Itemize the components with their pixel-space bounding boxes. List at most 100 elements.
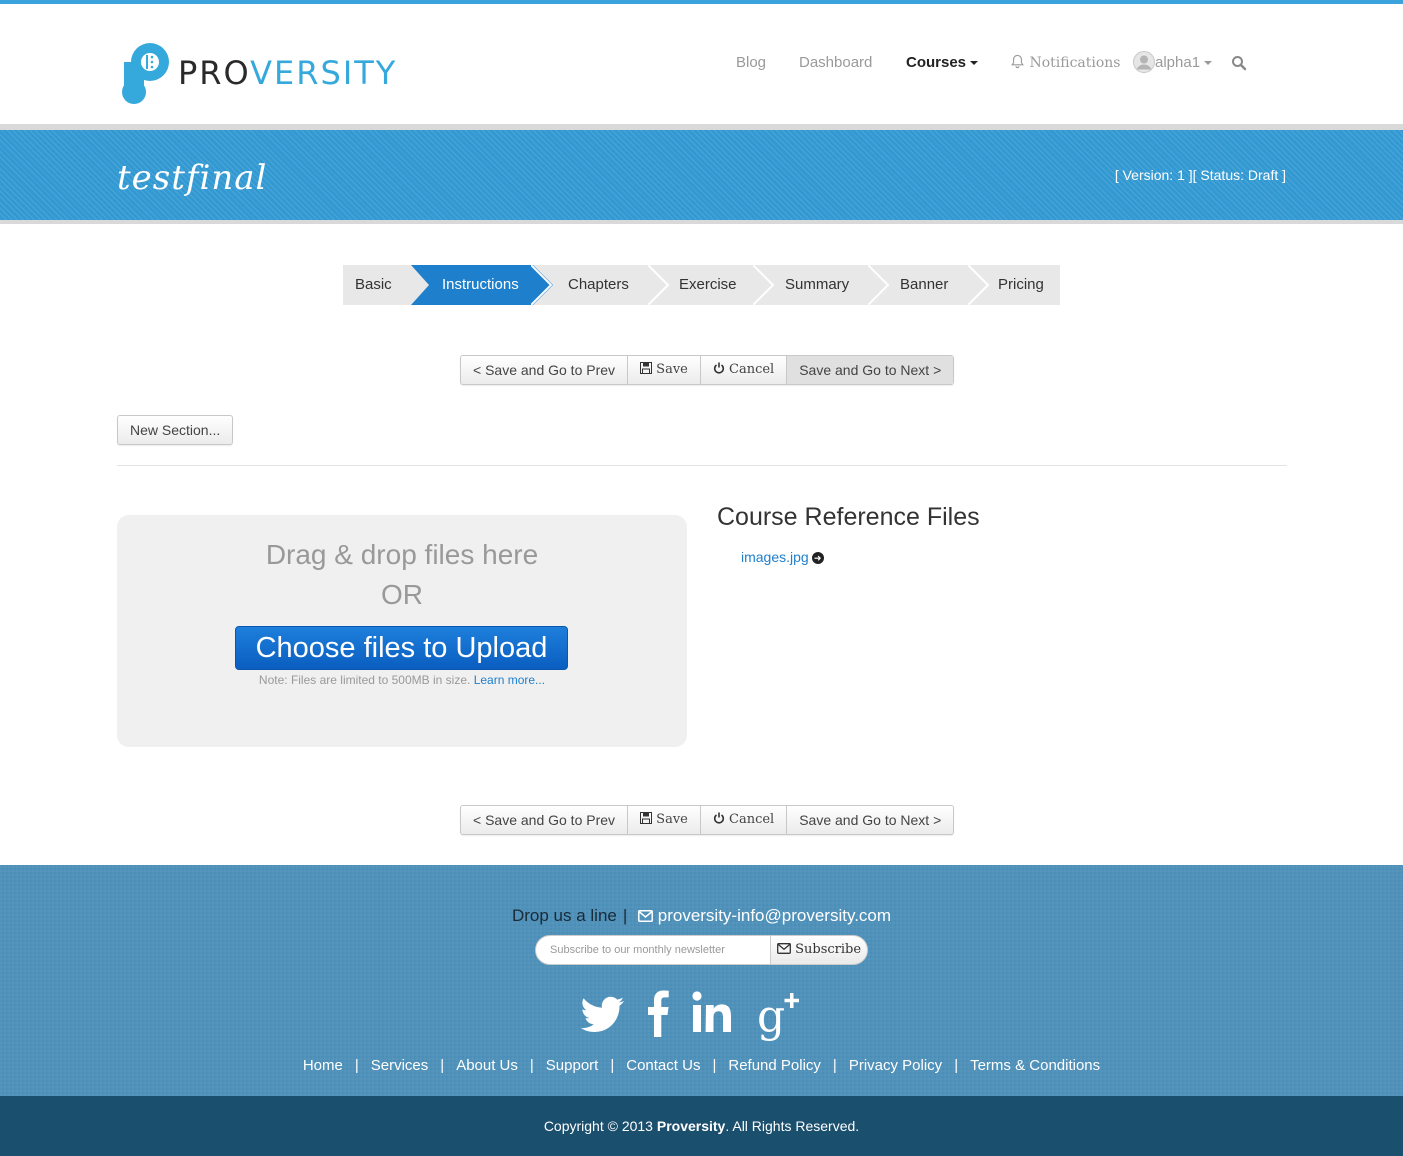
footer-link-refund[interactable]: Refund Policy bbox=[728, 1057, 821, 1074]
twitter-icon[interactable] bbox=[580, 985, 625, 1041]
separator: | bbox=[832, 1057, 837, 1074]
upload-size-note: Note: Files are limited to 500MB in size… bbox=[117, 673, 687, 687]
avatar-icon bbox=[1133, 51, 1155, 73]
separator: | bbox=[440, 1057, 445, 1074]
reference-file-link[interactable]: images.jpg bbox=[741, 549, 809, 565]
reference-file-item[interactable]: images.jpg ➜ bbox=[741, 549, 824, 565]
nav-user-menu[interactable]: alpha1 bbox=[1133, 51, 1213, 73]
nav-user-label: alpha1 bbox=[1155, 54, 1201, 71]
drag-drop-text: Drag & drop files here bbox=[265, 539, 539, 570]
linkedin-icon[interactable] bbox=[692, 985, 736, 1041]
contact-email-link[interactable]: proversity-info@proversity.com bbox=[658, 906, 891, 925]
footer-link-about[interactable]: About Us bbox=[456, 1057, 518, 1074]
floppy-disk-icon bbox=[640, 362, 653, 374]
chevron-down-icon bbox=[1204, 61, 1213, 66]
google-plus-icon[interactable]: g bbox=[757, 985, 805, 1041]
cancel-button-label: Cancel bbox=[729, 812, 775, 827]
separator: | bbox=[529, 1057, 534, 1074]
search-button[interactable] bbox=[1231, 55, 1247, 75]
copyright-suffix: . All Rights Reserved. bbox=[725, 1118, 860, 1134]
step-basic[interactable]: Basic bbox=[355, 265, 392, 305]
contact-line: Drop us a line | proversity-info@proversi… bbox=[0, 906, 1403, 926]
nav-notifications[interactable]: Notifications bbox=[1010, 54, 1121, 71]
step-separator bbox=[648, 265, 670, 305]
nav-notifications-label: Notifications bbox=[1029, 55, 1121, 71]
course-title: testfinal bbox=[117, 158, 268, 198]
footer-link-terms[interactable]: Terms & Conditions bbox=[970, 1057, 1100, 1074]
step-instructions[interactable]: Instructions bbox=[442, 265, 519, 305]
save-button[interactable]: Save bbox=[628, 806, 701, 834]
cancel-button-label: Cancel bbox=[729, 362, 775, 377]
wizard-steps: Basic Instructions Chapters Exercise Sum… bbox=[343, 265, 1060, 305]
save-next-button[interactable]: Save and Go to Next > bbox=[787, 356, 954, 384]
step-chapters[interactable]: Chapters bbox=[568, 265, 629, 305]
or-text: OR bbox=[381, 579, 423, 610]
bottom-action-buttons: < Save and Go to Prev Save Cancel Save a… bbox=[460, 805, 955, 835]
proversity-logo-mark bbox=[122, 43, 174, 107]
step-exercise[interactable]: Exercise bbox=[679, 265, 737, 305]
step-separator bbox=[968, 265, 990, 305]
site-header: PROVERSITY Blog Dashboard Courses Notifi… bbox=[0, 4, 1403, 125]
separator: | bbox=[354, 1057, 359, 1074]
power-icon bbox=[713, 362, 724, 374]
choose-files-button[interactable]: Choose files to Upload bbox=[235, 626, 568, 670]
top-action-buttons: < Save and Go to Prev Save Cancel Save a… bbox=[460, 355, 955, 385]
step-summary[interactable]: Summary bbox=[785, 265, 849, 305]
separator: | bbox=[622, 906, 628, 925]
banner-divider bbox=[0, 220, 1403, 224]
subscribe-button[interactable]: Subscribe bbox=[770, 935, 868, 965]
nav-courses-label: Courses bbox=[906, 54, 967, 71]
floppy-disk-icon bbox=[640, 812, 653, 824]
step-separator bbox=[531, 265, 553, 305]
step-pricing[interactable]: Pricing bbox=[998, 265, 1044, 305]
nav-blog[interactable]: Blog bbox=[736, 54, 766, 71]
drop-line-label: Drop us a line bbox=[511, 906, 617, 925]
brand-pro: PRO bbox=[178, 54, 251, 92]
step-separator bbox=[868, 265, 890, 305]
new-section-button[interactable]: New Section... bbox=[117, 415, 234, 445]
nav-dashboard[interactable]: Dashboard bbox=[799, 54, 872, 71]
section-divider bbox=[117, 465, 1287, 466]
proversity-wordmark: PROVERSITY bbox=[178, 54, 397, 92]
save-button-label: Save bbox=[656, 362, 688, 377]
separator: | bbox=[712, 1057, 717, 1074]
arrow-right-circle-icon[interactable]: ➜ bbox=[811, 552, 824, 565]
step-separator bbox=[753, 265, 775, 305]
facebook-icon[interactable] bbox=[646, 985, 672, 1041]
power-icon bbox=[713, 812, 724, 824]
course-status: [ Version: 1 ][ Status: Draft ] bbox=[1114, 167, 1286, 183]
footer-links: Home | Services | About Us | Support | Contact U… bbox=[0, 1057, 1403, 1074]
copyright-prefix: Copyright © 2013 bbox=[543, 1118, 657, 1134]
learn-more-link[interactable]: Learn more... bbox=[474, 673, 545, 687]
svg-text:g: g bbox=[757, 991, 785, 1041]
save-button-label: Save bbox=[656, 812, 688, 827]
copyright-brand: Proversity bbox=[656, 1118, 726, 1134]
footer-link-contact[interactable]: Contact Us bbox=[626, 1057, 700, 1074]
newsletter-form: Subscribe to our monthly newsletter Subs… bbox=[535, 935, 868, 965]
footer-link-privacy[interactable]: Privacy Policy bbox=[849, 1057, 942, 1074]
step-banner[interactable]: Banner bbox=[900, 265, 948, 305]
footer-link-home[interactable]: Home bbox=[303, 1057, 343, 1074]
brand-versity: VERSITY bbox=[250, 54, 398, 92]
cancel-button[interactable]: Cancel bbox=[701, 806, 788, 834]
search-icon bbox=[1232, 56, 1247, 71]
cancel-button[interactable]: Cancel bbox=[701, 356, 788, 384]
newsletter-email-input[interactable]: Subscribe to our monthly newsletter bbox=[535, 935, 771, 965]
envelope-icon bbox=[777, 943, 791, 954]
upload-note-text: Note: Files are limited to 500MB in size… bbox=[258, 673, 471, 687]
footer-link-support[interactable]: Support bbox=[546, 1057, 599, 1074]
save-button[interactable]: Save bbox=[628, 356, 701, 384]
separator: | bbox=[610, 1057, 615, 1074]
save-prev-button[interactable]: < Save and Go to Prev bbox=[461, 356, 629, 384]
separator: | bbox=[954, 1057, 959, 1074]
reference-files-title: Course Reference Files bbox=[717, 503, 980, 531]
proversity-logo[interactable]: PROVERSITY bbox=[122, 43, 397, 107]
chevron-down-icon bbox=[970, 61, 979, 66]
save-next-button[interactable]: Save and Go to Next > bbox=[787, 806, 953, 834]
footer-link-services[interactable]: Services bbox=[371, 1057, 429, 1074]
save-prev-button[interactable]: < Save and Go to Prev bbox=[461, 806, 629, 834]
nav-courses[interactable]: Courses bbox=[906, 54, 979, 71]
file-drop-zone[interactable]: Drag & drop files here OR Choose files t… bbox=[117, 515, 687, 747]
copyright-text: Copyright © 2013 Proversity. All Rights … bbox=[0, 1118, 1403, 1134]
site-footer: Drop us a line | proversity-info@proversi… bbox=[0, 865, 1403, 1096]
